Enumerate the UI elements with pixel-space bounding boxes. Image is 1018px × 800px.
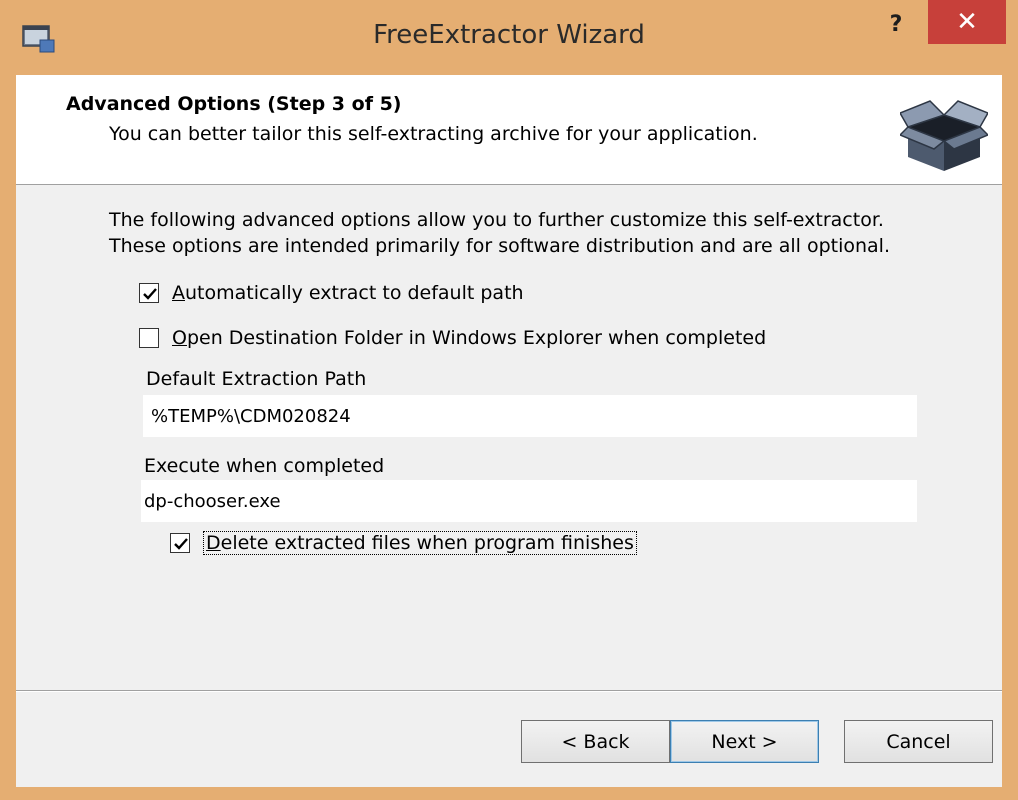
close-button[interactable]: ✕	[928, 0, 1006, 44]
box-icon	[900, 100, 988, 171]
execute-label: Execute when completed	[144, 455, 385, 477]
back-button[interactable]: < Back	[521, 720, 670, 763]
intro-line-1: The following advanced options allow you…	[109, 209, 884, 231]
open-folder-checkbox-row[interactable]: Open Destination Folder in Windows Explo…	[139, 325, 766, 351]
dialog-client-area: Advanced Options (Step 3 of 5) You can b…	[16, 75, 1002, 787]
help-button[interactable]: ?	[866, 10, 926, 46]
cancel-button[interactable]: Cancel	[844, 720, 993, 763]
auto-extract-label[interactable]: Automatically extract to default path	[172, 282, 524, 304]
wizard-header: Advanced Options (Step 3 of 5) You can b…	[16, 75, 1002, 185]
default-path-label: Default Extraction Path	[146, 368, 367, 390]
open-folder-checkbox[interactable]	[139, 328, 159, 348]
auto-extract-checkbox[interactable]	[139, 283, 159, 303]
next-button[interactable]: Next >	[670, 720, 819, 763]
intro-text: The following advanced options allow you…	[109, 207, 890, 259]
page-subtitle: You can better tailor this self-extracti…	[109, 123, 758, 145]
checkmark-icon	[143, 288, 157, 300]
default-path-input[interactable]	[143, 395, 917, 437]
open-folder-label[interactable]: Open Destination Folder in Windows Explo…	[172, 327, 766, 349]
execute-input[interactable]	[141, 480, 917, 522]
delete-files-checkbox-row[interactable]: Delete extracted files when program fini…	[170, 530, 637, 556]
delete-files-checkbox[interactable]	[170, 533, 190, 553]
checkmark-icon	[174, 538, 188, 550]
wizard-window: FreeExtractor Wizard ? ✕ Advanced Option…	[0, 0, 1018, 800]
intro-line-2: These options are intended primarily for…	[109, 235, 891, 257]
page-title: Advanced Options (Step 3 of 5)	[66, 93, 402, 115]
footer-divider	[16, 690, 1002, 692]
window-bottom-border	[0, 787, 1018, 800]
delete-files-label[interactable]: Delete extracted files when program fini…	[203, 531, 637, 555]
auto-extract-checkbox-row[interactable]: Automatically extract to default path	[139, 280, 524, 306]
title-bar[interactable]: FreeExtractor Wizard ? ✕	[0, 0, 1018, 75]
